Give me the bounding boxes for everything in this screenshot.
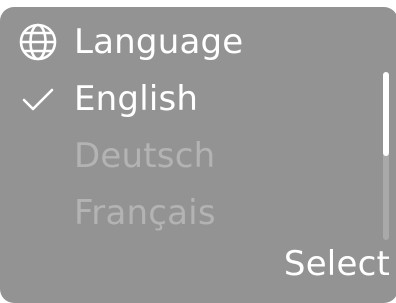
- menu-title: Language: [74, 22, 244, 62]
- language-option-label: Deutsch: [74, 136, 216, 176]
- globe-icon: [18, 20, 62, 64]
- checkmark-icon: [18, 77, 62, 121]
- language-option-label: Français: [74, 193, 216, 233]
- language-option-label: English: [74, 79, 199, 119]
- scrollbar-thumb[interactable]: [383, 72, 389, 156]
- select-button[interactable]: Select: [284, 240, 390, 288]
- scrollbar-track[interactable]: [383, 72, 389, 240]
- language-menu-panel: Language English Deutsch Français Select: [0, 7, 396, 303]
